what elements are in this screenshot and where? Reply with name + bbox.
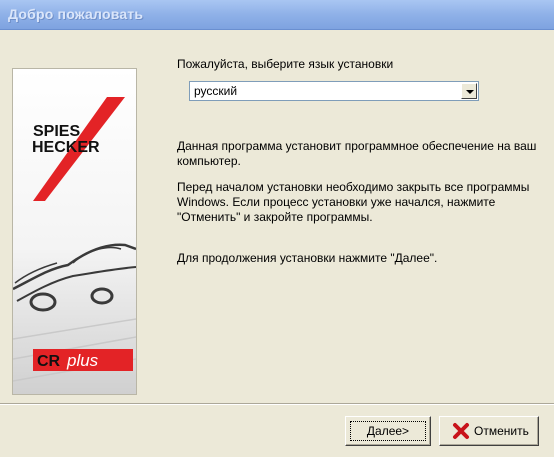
- cancel-button-label: Отменить: [474, 424, 529, 438]
- window-title: Добро пожаловать: [8, 6, 144, 22]
- language-select[interactable]: русский: [189, 81, 479, 101]
- cancel-button[interactable]: Отменить: [439, 416, 539, 446]
- branding-panel: SPIES HECKER CR plus: [12, 68, 137, 395]
- info-paragraph-1: Данная программа установит программное о…: [177, 139, 537, 168]
- title-bar[interactable]: Добро пожаловать: [0, 0, 554, 30]
- info-paragraph-3: Для продолжения установки нажмите "Далее…: [177, 251, 438, 265]
- logo-hecker: HECKER: [32, 139, 100, 156]
- product-cr: CR: [37, 353, 61, 370]
- language-prompt: Пожалуйста, выберите язык установки: [177, 57, 394, 71]
- next-button-label: Далее>: [366, 424, 410, 438]
- logo-spies: SPIES: [33, 123, 80, 140]
- close-icon: [453, 423, 469, 439]
- branding-image: SPIES HECKER CR plus: [12, 69, 137, 394]
- dialog-client-area: SPIES HECKER CR plus Пожалуйста, выберит…: [0, 30, 554, 457]
- info-paragraph-2: Перед началом установки необходимо закры…: [177, 180, 530, 224]
- product-plus: plus: [66, 351, 99, 370]
- next-button[interactable]: Далее>: [345, 416, 431, 446]
- language-select-value: русский: [194, 84, 238, 98]
- footer-divider: [0, 403, 554, 405]
- chevron-down-icon[interactable]: [461, 83, 477, 99]
